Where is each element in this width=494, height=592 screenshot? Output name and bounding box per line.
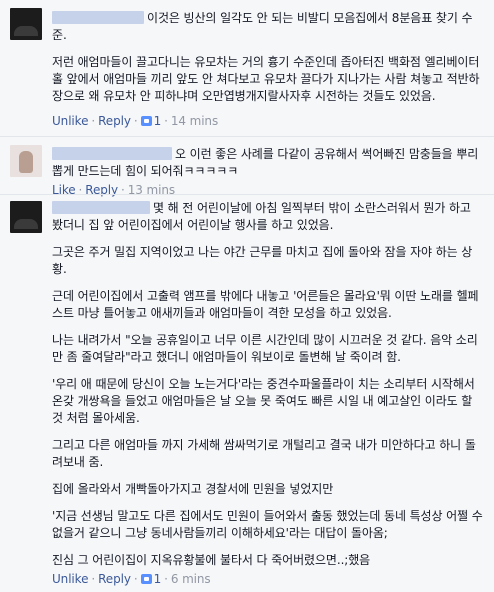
comment-body: 이것은 빙산의 일각도 안 되는 비발디 모음집에서 8분음표 찾기 수준. 저… — [52, 10, 484, 129]
comment-text: 집에 올라와서 개빡돌아가지고 경찰서에 민원을 넣었지만 — [52, 482, 334, 496]
commenter-avatar[interactable] — [10, 8, 42, 40]
comment-time[interactable]: 14 mins — [171, 114, 218, 128]
comment-text: '지금 선생님 말고도 다른 집에서도 민원이 들어와서 출동 했었는데 동네 … — [52, 509, 483, 540]
commenter-avatar[interactable] — [10, 201, 42, 233]
commenter-name-redacted[interactable] — [52, 147, 172, 160]
comment-time[interactable]: 6 mins — [171, 572, 211, 586]
comment-actions: Like · Reply · 13 mins — [52, 183, 175, 197]
comment-body: 오 이런 좋은 사례를 다같이 공유해서 썩어빠진 맘충들을 뿌리뽑게 만드는데… — [52, 146, 484, 198]
like-count[interactable]: 1 — [140, 114, 161, 128]
comment-text: 근데 어린이집에서 고출력 앰프를 밖에다 내놓고 '어른들은 몰라요'뭐 이딴… — [52, 289, 479, 320]
thumbs-up-icon — [140, 574, 152, 584]
comment-divider — [0, 136, 494, 137]
comment-text: 그곳은 주거 밀집 지역이었고 나는 야간 근무를 마치고 집에 돌아와 잠을 … — [52, 245, 473, 276]
comment-actions: Unlike · Reply · 1 · 14 mins — [52, 114, 219, 128]
commenter-name-redacted[interactable] — [52, 201, 150, 214]
comment-actions: Unlike · Reply · 1 · 6 mins — [52, 572, 211, 586]
reply-link[interactable]: Reply — [98, 114, 131, 128]
like-count[interactable]: 1 — [140, 572, 161, 586]
comment-text: 그리고 다른 애엄마들 까지 가세해 쌈싸먹기로 개털리고 결국 내가 미안하다… — [52, 438, 476, 469]
comment-text: 진심 그 어린이집이 지옥유황불에 불타서 다 죽어버렸으면..;했음 — [52, 553, 371, 567]
comment-body: 몇 해 전 어린이날에 아침 일찍부터 밖이 소란스러워서 뭔가 하고 봤더니 … — [52, 200, 484, 587]
reply-link[interactable]: Reply — [98, 572, 131, 586]
commenter-avatar[interactable] — [10, 145, 42, 177]
commenter-name-redacted[interactable] — [52, 11, 144, 24]
thumbs-up-icon — [140, 116, 152, 126]
comment-text: '우리 애 때문에 당신이 오늘 노는거다'라는 중견수파울플라이 치는 소리부… — [52, 377, 475, 425]
comment-divider — [0, 194, 494, 195]
unlike-link[interactable]: Unlike — [52, 114, 88, 128]
unlike-link[interactable]: Unlike — [52, 572, 88, 586]
comment-text: 저런 애엄마들이 끌고다니는 유모차는 거의 흉기 수준인데 좁아터진 백화점 … — [52, 55, 480, 103]
comment-text: 나는 내려가서 "오늘 공휴일이고 너무 이른 시간인데 많이 시끄러운 것 같… — [52, 333, 478, 364]
